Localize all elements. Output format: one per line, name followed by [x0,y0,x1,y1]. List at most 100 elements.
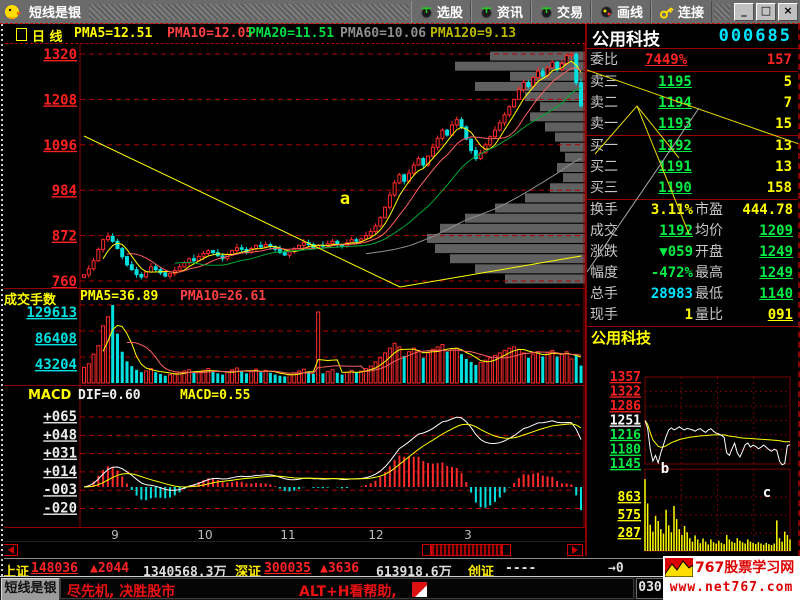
help-flag-icon[interactable] [411,581,428,598]
scroll-thumb[interactable] [431,544,502,556]
sprout-globe-icon [419,4,434,19]
toolbar-button-label: 连接 [678,2,704,21]
svg-text:43204: 43204 [35,357,77,373]
x-axis-tick: 11 [280,528,295,542]
bid-price[interactable]: 1190 [649,178,701,199]
ask-price[interactable]: 1194 [649,93,701,114]
close-button[interactable]: × [778,3,798,21]
pma60-value: PMA60=10.06 [340,26,426,41]
sz-index-value: 300035 [264,561,311,576]
stat-label: 现手 [590,305,618,326]
svg-text:+065: +065 [43,409,77,425]
bid-price[interactable]: 1192 [649,136,701,157]
stat-value: 1 [633,305,693,326]
svg-text:287: 287 [618,526,641,541]
stat-label: 市盈 [695,200,723,221]
draw-line-icon [599,4,614,19]
macd-chart[interactable]: +065+048+031+014-003-020 [0,385,585,528]
stat-label: 最低 [695,284,723,305]
stat-row-total-volume: 总手 28983 最低 1140 [587,284,798,305]
intraday-mini-chart[interactable]: 1357132212861251121611801145863575287bc [587,349,798,561]
weibi-diff: 157 [767,49,792,71]
sz-index-change: ▲3636 [320,561,359,576]
scroll-left-arrow[interactable] [2,544,18,556]
stats-block: 换手 3.11% 市盈 444.78 成交 1192 均价 1209 涨跌 ▼0… [587,200,798,327]
logo-site-url: www.net767.com [663,578,800,600]
ask-price[interactable]: 1195 [649,72,701,93]
minimize-button[interactable]: _ [734,3,754,21]
watermark-logo[interactable]: 767股票学习网 www.net767.com [663,556,800,600]
volume-pma10: PMA10=26.61 [180,289,266,304]
logo-row1: 767股票学习网 [663,556,800,578]
bid-price[interactable]: 1191 [649,157,701,178]
stat-row-last: 成交 1192 均价 1209 [587,221,798,242]
svg-text:a: a [340,189,350,209]
toolbar-button-connect[interactable]: 连接 [651,1,712,23]
stat-label: 总手 [590,284,618,305]
stock-code: 000685 [719,26,792,46]
toolbar-button-trade[interactable]: 交易 [531,1,591,23]
bid-qty: 158 [767,178,792,199]
x-axis-tick: 3 [464,528,472,542]
svg-text:984: 984 [52,183,77,199]
scroll-bracket-right[interactable] [502,544,511,556]
toolbar-button-news[interactable]: 资讯 [471,1,531,23]
scroll-right-arrow[interactable] [567,544,583,556]
stat-row-current-volume: 现手 1 量比 091 [587,305,798,326]
x-axis-month-labels: 9 10 11 12 3 [0,528,585,541]
status-arrow: →0 [608,561,624,576]
svg-text:-020: -020 [43,501,77,517]
stat-value: -472% [633,263,693,284]
horizontal-scrollbar[interactable] [0,541,585,559]
ask-qty: 15 [775,114,792,135]
mini-chart-title[interactable]: 公用科技 [587,327,798,349]
svg-text:1096: 1096 [43,138,77,154]
input-code-box[interactable]: 030 [636,578,664,599]
toolbar-button-draw-line[interactable]: 画线 [591,1,651,23]
svg-text:b: b [661,461,669,477]
taskbar-app-button[interactable]: 短线是银 [1,578,60,600]
titlebar-drag-area [714,4,730,20]
macd-value: MACD=0.55 [180,388,250,403]
daily-candlestick-chart[interactable]: 132012081096984872760a [0,44,585,288]
ask-price[interactable]: 1193 [649,114,701,135]
bid-row-3: 买三 1190 158 [587,178,798,199]
maximize-button[interactable]: □ [756,3,776,21]
app-window: 短线是银 选股 资讯 交易 画线 连接 _ □ × 日 线 PMA5=12.51 [0,0,800,600]
svg-text:+031: +031 [43,446,77,462]
title-bar[interactable]: 短线是银 选股 资讯 交易 画线 连接 _ □ × [0,0,800,24]
svg-text:1357: 1357 [610,370,641,385]
toolbar-button-stock-pick[interactable]: 选股 [411,1,471,23]
sh-index-change: ▲2044 [90,561,129,576]
stat-value: 444.78 [742,200,793,221]
svg-text:86408: 86408 [35,331,77,347]
quote-header[interactable]: 公用科技 000685 [587,24,798,49]
svg-text:575: 575 [618,508,641,523]
svg-text:1180: 1180 [610,443,641,458]
bid-qty: 13 [775,157,792,178]
taskbar-message-panel: 尽先机, 决胜股市 ALT+H看帮助, [60,578,634,599]
scroll-bracket-left[interactable] [422,544,431,556]
bid-row-2: 买二 1191 13 [587,157,798,178]
stat-value: 091 [768,305,793,326]
stat-value: 1209 [759,221,793,242]
ask-label: 卖一 [590,114,618,135]
sh-index-value: 148036 [31,561,78,576]
macd-pane-title: MACD [28,388,71,403]
svg-text:+014: +014 [43,464,77,480]
toolbar-button-label: 资讯 [497,2,523,21]
svg-text:1208: 1208 [43,92,77,108]
bid-ladder: 买一 1192 13 买二 1191 13 买三 1190 158 [587,136,798,200]
sprout-globe-icon [479,4,494,19]
svg-text:1145: 1145 [610,457,641,472]
key-icon [659,4,675,19]
bid-label: 买三 [590,178,618,199]
bid-label: 买一 [590,136,618,157]
svg-text:1320: 1320 [43,47,77,63]
volume-pma5: PMA5=36.89 [80,289,158,304]
chart-period-label[interactable]: 日 线 [32,26,63,45]
pma5-value: PMA5=12.51 [74,26,152,41]
stat-value: 1249 [759,263,793,284]
stat-label: 均价 [695,221,723,242]
stat-value: ▼059 [633,242,693,263]
